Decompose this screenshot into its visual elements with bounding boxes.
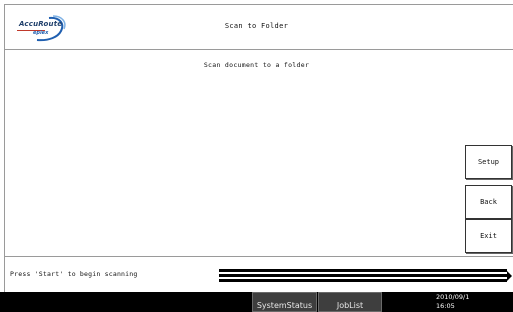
progress-line xyxy=(219,274,507,277)
system-status-button[interactable]: SystemStatus xyxy=(252,292,317,312)
progress-line xyxy=(219,279,507,282)
status-message: Press 'Start' to begin scanning xyxy=(10,270,138,278)
scan-progress-indicator xyxy=(219,269,512,282)
progress-line xyxy=(219,269,507,272)
date-text: 2010/09/1 xyxy=(436,293,470,301)
status-divider xyxy=(5,256,513,257)
time-text: 16:05 xyxy=(436,301,455,310)
back-button[interactable]: Back xyxy=(465,185,512,219)
arrow-right-icon xyxy=(507,271,512,281)
page-title: Scan to Folder xyxy=(224,22,289,30)
taskbar: SystemStatus JobList 2010/09/1 16:05 xyxy=(0,292,513,312)
job-list-button[interactable]: JobList xyxy=(318,292,382,312)
logo-subtext: eplex xyxy=(33,30,49,36)
page-subtitle: Scan document to a folder xyxy=(203,61,310,69)
setup-button[interactable]: Setup xyxy=(465,145,512,179)
datetime: 2010/09/1 16:05 xyxy=(436,293,469,310)
exit-button[interactable]: Exit xyxy=(465,219,512,253)
